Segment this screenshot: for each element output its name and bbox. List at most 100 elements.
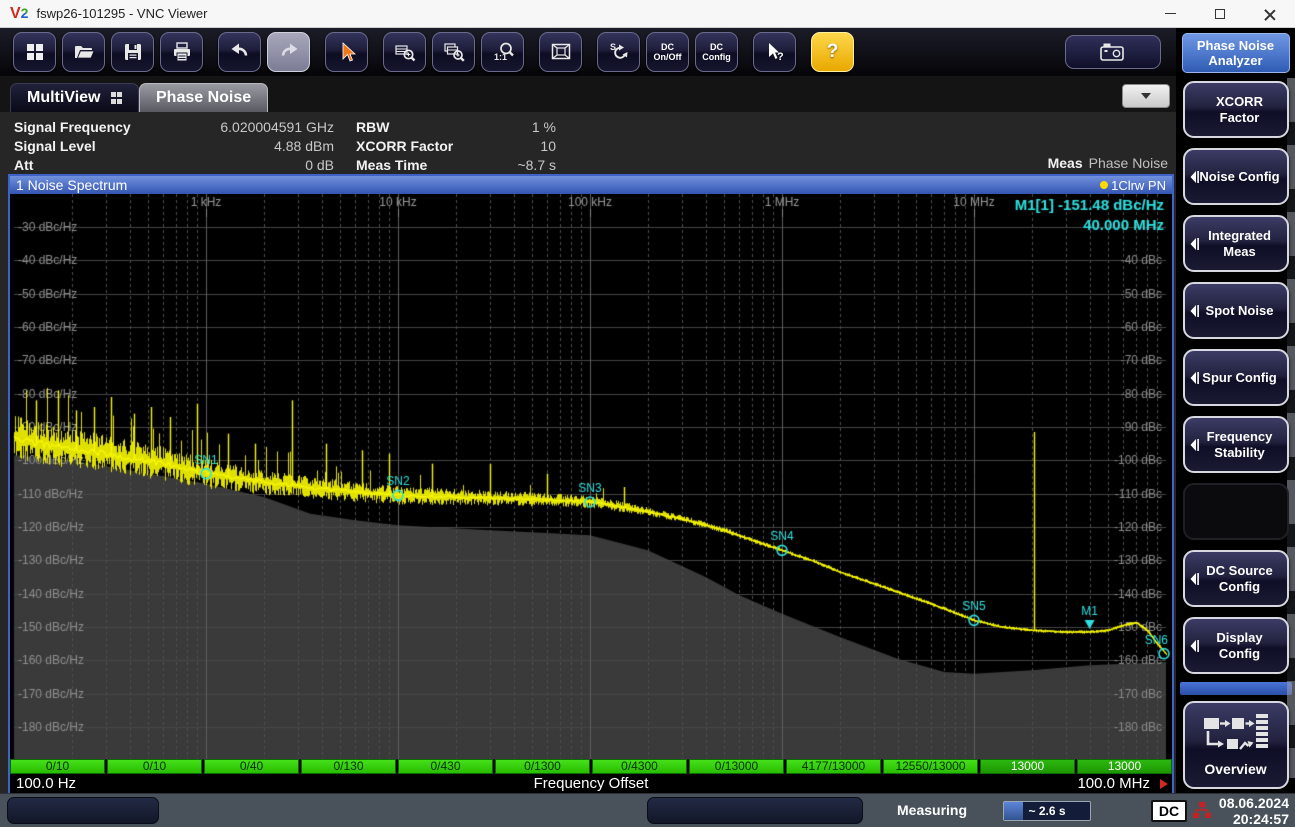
info-row[interactable]: Signal Level4.88 dBm <box>14 136 334 155</box>
zoom-table-icon <box>394 41 416 63</box>
softkey-integrated-meas[interactable]: Integrated Meas <box>1183 215 1289 272</box>
remaining-time: ~ 2.6 s <box>1004 804 1090 818</box>
window-title: fswp26-101295 - VNC Viewer <box>36 6 207 21</box>
softkey-noise-config[interactable]: Noise Config <box>1183 148 1289 205</box>
softkey-display-config[interactable]: Display Config <box>1183 617 1289 674</box>
softkey-sidebar: Phase Noise Analyzer XCORR Factor Noise C… <box>1176 28 1295 793</box>
open-button[interactable] <box>62 32 105 72</box>
trace-color-dot <box>1100 181 1108 189</box>
submenu-arrow-icon <box>1189 436 1200 454</box>
sweep-segment: 0/1300 <box>495 759 590 774</box>
softkey-xcorr-factor[interactable]: XCORR Factor <box>1183 81 1289 138</box>
undo-arrow-icon <box>229 41 251 63</box>
info-row[interactable]: Att0 dB <box>14 155 334 174</box>
app-mode-button[interactable]: Phase Noise Analyzer <box>1182 33 1290 73</box>
overview-flow-icon <box>1203 713 1269 757</box>
minimize-button[interactable] <box>1145 0 1195 28</box>
camera-icon <box>1100 42 1126 62</box>
sweep-segment: 13000 <box>1077 759 1172 774</box>
submenu-arrow-icon <box>1189 302 1200 320</box>
close-button[interactable] <box>1245 0 1295 28</box>
one-to-one-icon: 1:1 <box>492 41 514 63</box>
print-button[interactable] <box>160 32 203 72</box>
status-slot-mid <box>647 797 863 824</box>
windows-menu-button[interactable] <box>13 32 56 72</box>
submenu-arrow-icon <box>1189 168 1200 186</box>
tab-phase-noise[interactable]: Phase Noise <box>139 83 268 112</box>
save-button[interactable] <box>111 32 154 72</box>
dc-onoff-button[interactable]: DC On/Off <box>646 32 689 72</box>
svg-text:?: ? <box>777 51 784 63</box>
instrument-toolbar: 1:1 S DC On/Off DC Config ? ? <box>0 28 1295 76</box>
display-layout-button[interactable] <box>539 32 582 72</box>
info-row[interactable]: RBW1 % <box>356 117 556 136</box>
zoom-multiwindow-button[interactable] <box>432 32 475 72</box>
result-window-titlebar[interactable]: 1 Noise Spectrum 1Clrw PN <box>10 176 1172 194</box>
result-window-title: 1 Noise Spectrum <box>16 177 127 193</box>
printer-icon <box>171 41 193 63</box>
redo-arrow-icon <box>278 41 300 63</box>
undo-button[interactable] <box>218 32 261 72</box>
measurement-header: Signal Frequency6.020004591 GHzSignal Le… <box>0 112 1176 174</box>
application-area: MultiView Phase Noise Signal Frequency6.… <box>0 76 1176 793</box>
cursor-icon <box>336 41 358 63</box>
softkey-label: Frequency Stability <box>1199 429 1281 461</box>
info-row[interactable]: Signal Frequency6.020004591 GHz <box>14 117 334 136</box>
info-label: Signal Frequency <box>14 119 164 135</box>
tab-multiview[interactable]: MultiView <box>10 83 139 112</box>
axis-title: Frequency Offset <box>10 775 1172 792</box>
info-label: Signal Level <box>14 138 164 154</box>
window-dropdown-button[interactable] <box>1122 84 1170 108</box>
help-cursor-icon: ? <box>764 41 786 63</box>
zoom-table-multi-icon <box>443 41 465 63</box>
maximize-button[interactable] <box>1195 0 1245 28</box>
sweep-segment: 0/10 <box>10 759 105 774</box>
info-value: ~8.7 s <box>481 157 556 173</box>
sequencer-button[interactable]: S <box>597 32 640 72</box>
redo-button[interactable] <box>267 32 310 72</box>
sweep-segment: 12550/13000 <box>883 759 978 774</box>
zoom-one-to-one-button[interactable]: 1:1 <box>481 32 524 72</box>
softkey-label: XCORR Factor <box>1199 94 1281 126</box>
sweep-segment: 4177/13000 <box>786 759 881 774</box>
chevron-down-icon <box>1141 93 1151 99</box>
close-icon <box>1264 8 1276 20</box>
sweep-segment: 0/130 <box>301 759 396 774</box>
sweep-segment: 0/4300 <box>592 759 687 774</box>
sweep-segment-bar: 0/100/100/400/1300/4300/13000/43000/1300… <box>10 759 1172 774</box>
sweep-segment: 0/13000 <box>689 759 784 774</box>
status-bar: Measuring ~ 2.6 s DC 08.06.2024 20:24:57 <box>0 793 1295 827</box>
question-icon: ? <box>827 41 839 63</box>
dc-config-button[interactable]: DC Config <box>695 32 738 72</box>
info-value: 0 dB <box>164 157 334 173</box>
submenu-arrow-icon <box>1189 570 1200 588</box>
zoom-select-button[interactable] <box>383 32 426 72</box>
info-label: Att <box>14 157 164 173</box>
info-value: 4.88 dBm <box>164 138 334 154</box>
noise-spectrum-chart[interactable] <box>10 194 1172 759</box>
sweep-segment: 0/40 <box>204 759 299 774</box>
screenshot-button[interactable] <box>1065 35 1161 69</box>
help-button[interactable]: ? <box>811 32 854 72</box>
context-help-button[interactable]: ? <box>753 32 796 72</box>
softkey-label: Spot Noise <box>1206 303 1274 319</box>
info-value: 1 % <box>481 119 556 135</box>
info-row[interactable]: Meas Time~8.7 s <box>356 155 556 174</box>
windows-icon <box>24 41 46 63</box>
multiview-grid-icon <box>111 92 123 104</box>
svg-text:1:1: 1:1 <box>494 52 507 62</box>
softkey-spur-config[interactable]: Spur Config <box>1183 349 1289 406</box>
select-cursor-button[interactable] <box>325 32 368 72</box>
softkey-spot-noise[interactable]: Spot Noise <box>1183 282 1289 339</box>
overview-button[interactable]: Overview <box>1183 701 1289 789</box>
softkey-frequency-stability[interactable]: Frequency Stability <box>1183 416 1289 473</box>
status-slot-left <box>7 797 159 824</box>
softkey-dc-source-config[interactable]: DC Source Config <box>1183 550 1289 607</box>
noise-spectrum-window: 1 Noise Spectrum 1Clrw PN 0/100/100/400/… <box>8 174 1174 793</box>
softkey-blank <box>1183 483 1289 540</box>
info-row[interactable]: XCORR Factor10 <box>356 136 556 155</box>
frequency-axis: 100.0 Hz Frequency Offset 100.0 MHz <box>10 774 1172 793</box>
submenu-arrow-icon <box>1189 637 1200 655</box>
maximize-icon <box>1215 9 1225 19</box>
sweep-segment: 13000 <box>980 759 1075 774</box>
